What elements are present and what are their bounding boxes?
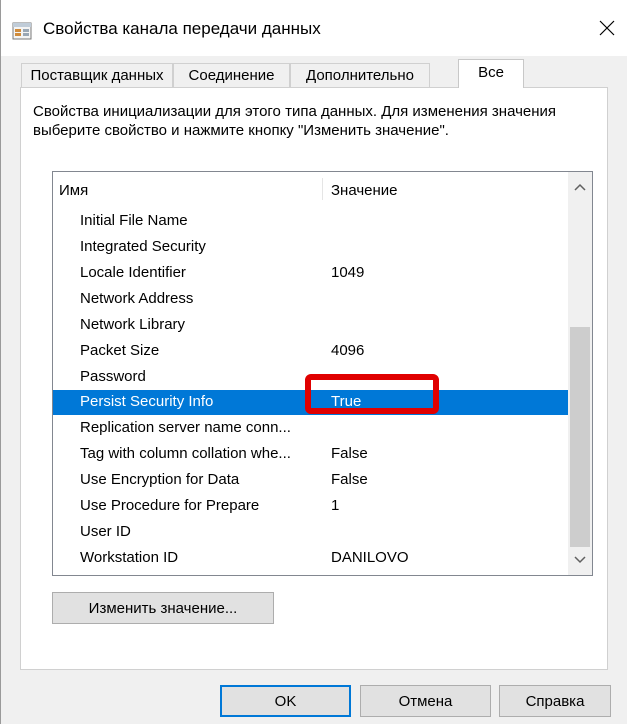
row-value: DANILOVO bbox=[331, 549, 409, 566]
tab-connection[interactable]: Соединение bbox=[173, 63, 290, 87]
row-name: Integrated Security bbox=[80, 238, 206, 255]
row-name: Network Address bbox=[80, 290, 194, 307]
column-separator[interactable] bbox=[322, 178, 323, 200]
row-value: 1049 bbox=[331, 264, 365, 281]
row-name: Network Library bbox=[80, 316, 186, 333]
row-value: 1 bbox=[331, 497, 340, 514]
row-value: False bbox=[331, 471, 368, 488]
list-row-persist-security-info[interactable]: Persist Security Info True bbox=[53, 390, 568, 415]
row-name: Persist Security Info bbox=[80, 393, 214, 410]
column-header-name[interactable]: Имя bbox=[59, 182, 88, 199]
list-row-user-id[interactable]: User ID bbox=[53, 520, 568, 545]
cancel-button[interactable]: Отмена bbox=[360, 685, 491, 717]
list-row-integrated-security[interactable]: Integrated Security bbox=[53, 235, 568, 260]
close-button[interactable] bbox=[586, 8, 627, 48]
row-name: Workstation ID bbox=[80, 549, 179, 566]
column-header-value[interactable]: Значение bbox=[331, 182, 398, 199]
row-name: User ID bbox=[80, 523, 131, 540]
row-name: Use Procedure for Prepare bbox=[80, 497, 260, 514]
row-value: False bbox=[331, 445, 368, 462]
scroll-up-button[interactable] bbox=[568, 172, 592, 202]
list-row-tag-with-column-collation[interactable]: Tag with column collation whe... False bbox=[53, 442, 568, 467]
scroll-down-button[interactable] bbox=[568, 545, 592, 575]
list-row-initial-file-name[interactable]: Initial File Name bbox=[53, 209, 568, 234]
row-name: Packet Size bbox=[80, 342, 160, 359]
tab-advanced[interactable]: Дополнительно bbox=[290, 63, 430, 87]
row-name: Locale Identifier bbox=[80, 264, 186, 281]
scroll-thumb[interactable] bbox=[570, 327, 590, 547]
properties-list[interactable]: Имя Значение Initial File Name Integrate… bbox=[52, 171, 593, 576]
ok-button[interactable]: OK bbox=[220, 685, 351, 717]
help-button[interactable]: Справка bbox=[499, 685, 611, 717]
list-row-password[interactable]: Password bbox=[53, 365, 568, 390]
chevron-down-icon bbox=[574, 556, 586, 564]
tab-data-provider[interactable]: Поставщик данных bbox=[21, 63, 173, 87]
data-link-properties-dialog: Свойства канала передачи данных Поставщи… bbox=[0, 0, 627, 724]
title-bar: Свойства канала передачи данных bbox=[1, 0, 627, 56]
list-header: Имя Значение bbox=[53, 172, 568, 206]
row-name: Use Encryption for Data bbox=[80, 471, 240, 488]
row-name: Initial File Name bbox=[80, 212, 188, 229]
window-title: Свойства канала передачи данных bbox=[43, 19, 321, 38]
row-value: 4096 bbox=[331, 342, 365, 359]
vertical-scrollbar[interactable] bbox=[568, 172, 592, 575]
tab-all[interactable]: Все bbox=[458, 59, 524, 88]
list-row-use-procedure-for-prepare[interactable]: Use Procedure for Prepare 1 bbox=[53, 494, 568, 519]
change-value-button[interactable]: Изменить значение... bbox=[52, 592, 274, 624]
data-link-icon bbox=[12, 22, 32, 40]
list-row-network-address[interactable]: Network Address bbox=[53, 287, 568, 312]
row-value: True bbox=[331, 393, 362, 410]
list-row-locale-identifier[interactable]: Locale Identifier 1049 bbox=[53, 261, 568, 286]
list-row-network-library[interactable]: Network Library bbox=[53, 313, 568, 338]
list-row-use-encryption-for-data[interactable]: Use Encryption for Data False bbox=[53, 468, 568, 493]
description-text: Свойства инициализации для этого типа да… bbox=[33, 103, 557, 139]
list-row-workstation-id[interactable]: Workstation ID DANILOVO bbox=[53, 546, 568, 571]
chevron-up-icon bbox=[574, 183, 586, 191]
row-name: Replication server name conn... bbox=[80, 419, 291, 436]
list-row-replication-server-name[interactable]: Replication server name conn... bbox=[53, 416, 568, 441]
row-name: Tag with column collation whe... bbox=[80, 445, 291, 462]
row-name: Password bbox=[80, 368, 146, 385]
list-row-packet-size[interactable]: Packet Size 4096 bbox=[53, 339, 568, 364]
close-icon bbox=[599, 20, 615, 36]
